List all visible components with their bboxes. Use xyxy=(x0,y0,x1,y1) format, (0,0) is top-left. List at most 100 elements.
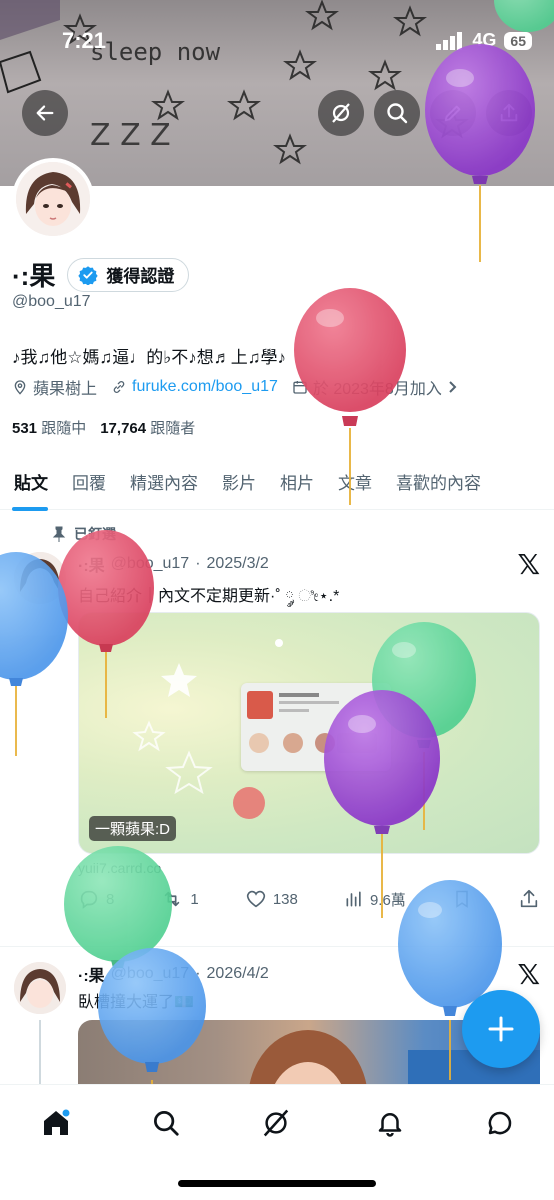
share-post-icon xyxy=(520,889,538,908)
card-domain[interactable]: yuii7.carrd.co xyxy=(78,860,161,876)
post-author-handle: @boo_u17 xyxy=(110,555,190,572)
back-button[interactable] xyxy=(22,90,68,136)
bookmark-button[interactable] xyxy=(452,888,472,910)
tab-videos[interactable]: 影片 xyxy=(210,452,268,510)
followers-stat[interactable]: 17,764 跟隨者 xyxy=(100,417,195,438)
post-avatar[interactable] xyxy=(14,962,66,1014)
compose-button[interactable] xyxy=(462,990,540,1068)
home-indicator xyxy=(178,1180,376,1187)
like-count: 138 xyxy=(272,890,298,908)
heart-icon xyxy=(246,890,265,908)
repost-button[interactable]: 1 xyxy=(160,888,199,910)
post-date[interactable]: 2026/4/2 xyxy=(207,965,269,983)
verified-badge-icon xyxy=(78,265,98,285)
profile-handle: @boo_u17 xyxy=(12,293,91,310)
image-alt-caption: 一顆蘋果:D xyxy=(89,816,177,841)
card-preview-content xyxy=(247,691,377,753)
following-count: 531 xyxy=(12,420,38,437)
get-verified-label: 獲得認證 xyxy=(106,267,175,286)
link-icon xyxy=(113,381,125,393)
profile-avatar[interactable] xyxy=(12,158,94,240)
post-avatar-image xyxy=(14,552,66,604)
tab-highlights[interactable]: 精選內容 xyxy=(118,452,210,510)
status-indicators: 4G 65 xyxy=(436,30,532,51)
profile-website[interactable]: furuke.com/boo_u17 xyxy=(111,378,278,396)
post-header: ·:果 @boo_u17 · 2026/4/2 xyxy=(78,962,269,986)
post-avatar[interactable] xyxy=(14,552,66,604)
profile-name-row: ·:果 獲得認證 xyxy=(12,256,190,293)
signal-icon xyxy=(436,31,463,50)
followers-count: 17,764 xyxy=(100,420,147,437)
pin-icon xyxy=(52,526,66,542)
banner-scribble-text: sleep now xyxy=(90,38,221,66)
tab-articles[interactable]: 文章 xyxy=(326,452,384,510)
svg-text:Z Z Z: Z Z Z xyxy=(90,118,171,153)
post-author-name[interactable]: ·:果 xyxy=(78,552,105,576)
profile-banner[interactable]: sleep now Z Z Z 7:21 4G 65 xyxy=(0,0,554,186)
calendar-icon xyxy=(293,381,307,394)
profile-location: 蘋果樹上 xyxy=(12,375,97,399)
post-avatar-image xyxy=(14,962,66,1014)
followers-label: 跟隨者 xyxy=(150,420,196,437)
home-icon xyxy=(44,1109,70,1135)
grok-icon xyxy=(332,103,350,123)
post-author-handle: @boo_u17 xyxy=(110,965,190,982)
share-button[interactable] xyxy=(486,90,532,136)
card-domain-text: yuii7.carrd.co xyxy=(78,860,162,876)
nav-grok[interactable] xyxy=(256,1103,296,1143)
like-button[interactable]: 138 xyxy=(245,888,298,910)
views-button[interactable]: 9.6萬 xyxy=(344,889,406,910)
profile-tabs: 貼文 回覆 精選內容 影片 相片 文章 喜歡的內容 xyxy=(0,452,554,511)
repost-icon xyxy=(165,891,180,907)
share-post-button[interactable] xyxy=(518,888,540,910)
search-button[interactable] xyxy=(374,90,420,136)
grok-button[interactable] xyxy=(318,90,364,136)
post-link-card-image[interactable]: 一顆蘋果:D xyxy=(78,612,540,854)
following-label: 跟隨中 xyxy=(41,420,87,437)
following-stat[interactable]: 531 跟隨中 xyxy=(12,417,86,438)
tab-posts[interactable]: 貼文 xyxy=(0,452,60,511)
card-preview-widget xyxy=(241,683,391,771)
post-text: 臥槽撞大運了💵 xyxy=(78,994,194,1011)
get-verified-button[interactable]: 獲得認證 xyxy=(67,257,190,292)
reply-count: 8 xyxy=(106,890,115,908)
location-icon xyxy=(14,380,26,395)
notifications-icon xyxy=(378,1113,402,1137)
pinned-label: 已釘選 xyxy=(74,526,116,542)
search-icon xyxy=(387,103,408,124)
profile-meta: 蘋果樹上 furuke.com/boo_u17 於 2023年8月加入 xyxy=(12,375,459,399)
repost-count: 1 xyxy=(190,890,199,908)
profile-joined: 於 2023年8月加入 xyxy=(292,375,459,399)
x-logo-icon: 𝕏 xyxy=(517,958,540,991)
tab-photos[interactable]: 相片 xyxy=(268,452,326,510)
chevron-right-icon[interactable] xyxy=(447,380,459,394)
battery-indicator: 65 xyxy=(504,31,532,50)
website-link[interactable]: furuke.com/boo_u17 xyxy=(132,378,278,396)
post-divider xyxy=(0,946,554,947)
reply-icon xyxy=(80,890,98,909)
nav-explore[interactable] xyxy=(146,1103,186,1143)
network-label: 4G xyxy=(472,30,497,50)
plus-icon xyxy=(488,1016,514,1042)
messages-icon xyxy=(488,1111,512,1135)
share-icon xyxy=(500,103,518,122)
x-logo-icon: 𝕏 xyxy=(517,548,540,581)
views-count: 9.6萬 xyxy=(369,891,406,909)
post-author-name[interactable]: ·:果 xyxy=(78,962,105,986)
follow-stats: 531 跟隨中 17,764 跟隨者 xyxy=(12,417,195,438)
nav-home[interactable] xyxy=(36,1103,76,1143)
tab-likes[interactable]: 喜歡的內容 xyxy=(384,452,493,510)
avatar-image xyxy=(16,162,90,236)
thread-line xyxy=(39,1020,41,1090)
nav-notifications[interactable] xyxy=(370,1103,410,1143)
edit-button[interactable] xyxy=(430,90,476,136)
reply-button[interactable]: 8 xyxy=(78,888,114,910)
status-time: 7:21 xyxy=(62,28,107,53)
tab-replies[interactable]: 回覆 xyxy=(60,452,118,510)
nav-messages[interactable] xyxy=(480,1103,520,1143)
back-icon xyxy=(36,105,54,121)
pinned-indicator: 已釘選 xyxy=(52,524,116,544)
edit-icon xyxy=(444,105,461,122)
location-text: 蘋果樹上 xyxy=(33,381,98,398)
post-date[interactable]: 2025/3/2 xyxy=(207,555,269,573)
